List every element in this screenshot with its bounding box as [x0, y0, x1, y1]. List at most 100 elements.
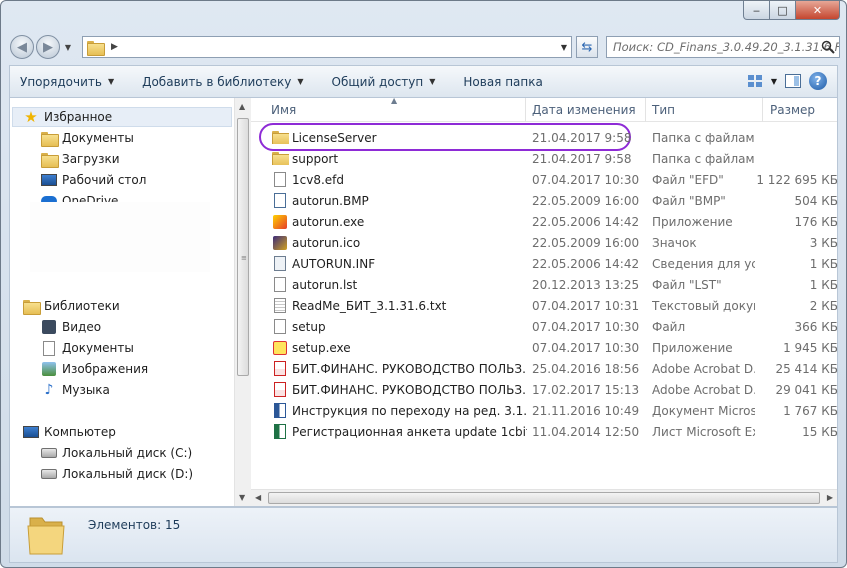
- refresh-button[interactable]: ⇆: [576, 36, 598, 58]
- file-size: 15 КБ: [802, 424, 838, 439]
- nav-item-disk-c[interactable]: Локальный диск (C:): [40, 443, 192, 463]
- maximize-button[interactable]: □: [770, 1, 796, 20]
- file-type: Файл "EFD": [652, 172, 724, 187]
- computer-icon: [23, 426, 39, 438]
- view-options-icon[interactable]: [747, 74, 763, 88]
- column-date[interactable]: Дата изменения: [532, 103, 636, 117]
- scroll-left-icon[interactable]: ◀: [255, 493, 261, 502]
- file-name: autorun.lst: [292, 277, 358, 292]
- libraries-icon: [23, 299, 41, 315]
- file-row[interactable]: БИТ.ФИНАНС. РУКОВОДСТВО ПОЛЬЗ... 17.02.20…: [251, 379, 838, 400]
- recent-pages-dropdown[interactable]: ▼: [62, 43, 74, 52]
- excel-file-icon: [271, 424, 289, 439]
- share-menu[interactable]: Общий доступ ▼: [332, 75, 436, 89]
- scrollbar-thumb[interactable]: [268, 492, 820, 504]
- nav-item-images[interactable]: Изображения: [40, 359, 148, 379]
- file-size: 504 КБ: [794, 193, 838, 208]
- file-type: Папка с файлами: [652, 130, 755, 145]
- preview-pane-icon[interactable]: [785, 74, 801, 88]
- file-row[interactable]: 1cv8.efd 07.04.2017 10:30 Файл "EFD" 1 122 …: [251, 169, 838, 190]
- file-icon: [271, 277, 289, 292]
- file-size: 25 414 КБ: [775, 361, 838, 376]
- address-dropdown-icon[interactable]: ▼: [561, 43, 567, 52]
- organize-menu[interactable]: Упорядочить ▼: [20, 75, 114, 89]
- nav-label: Библиотеки: [44, 299, 120, 313]
- file-icon: [271, 319, 289, 334]
- column-divider[interactable]: [525, 98, 526, 122]
- file-date: 25.04.2016 18:56: [532, 361, 640, 376]
- pdf-file-icon: [271, 361, 289, 376]
- file-row[interactable]: Инструкция по переходу на ред. 3.1.docx 2…: [251, 400, 838, 421]
- nav-item-desktop[interactable]: Рабочий стол: [40, 170, 146, 190]
- file-name: БИТ.ФИНАНС. РУКОВОДСТВО ПОЛЬЗ...: [292, 382, 527, 397]
- file-row[interactable]: Регистрационная анкета update 1cbit r...…: [251, 421, 838, 442]
- navigation-scrollbar[interactable]: ▲ ≡ ▼: [234, 98, 251, 506]
- scrollbar-thumb[interactable]: ≡: [237, 118, 249, 376]
- search-input[interactable]: Поиск: CD_Finans_3.0.49.20_3.1.31.6.F...: [606, 36, 840, 58]
- scroll-up-icon[interactable]: ▲: [239, 102, 245, 111]
- file-date: 20.12.2013 13:25: [532, 277, 640, 292]
- nav-item-video[interactable]: Видео: [40, 317, 101, 337]
- file-name: autorun.exe: [292, 214, 365, 229]
- column-name[interactable]: Имя: [271, 103, 296, 117]
- refresh-icon: ⇆: [581, 39, 593, 55]
- nav-label: Документы: [62, 131, 134, 145]
- file-size: 1 КБ: [809, 256, 838, 271]
- scroll-down-icon[interactable]: ▼: [239, 493, 245, 502]
- nav-item-computer[interactable]: Компьютер: [22, 422, 116, 442]
- column-divider[interactable]: [645, 98, 646, 122]
- view-dropdown-icon[interactable]: ▼: [771, 77, 777, 86]
- nav-item-libraries[interactable]: Библиотеки: [22, 296, 120, 316]
- column-divider[interactable]: [762, 98, 763, 122]
- file-type: Приложение: [652, 214, 733, 229]
- chevron-down-icon: ▼: [107, 77, 115, 86]
- close-button[interactable]: ✕: [796, 1, 840, 20]
- column-headers: ▲ Имя Дата изменения Тип Размер: [251, 96, 837, 122]
- downloads-folder-icon: [41, 152, 59, 168]
- file-row[interactable]: autorun.BMP 22.05.2009 16:00 Файл "BMP" 504…: [251, 190, 838, 211]
- add-to-library-label: Добавить в библиотеку: [142, 74, 292, 89]
- address-bar[interactable]: ▶ ▼: [82, 36, 572, 58]
- file-name: autorun.ico: [292, 235, 361, 250]
- file-row[interactable]: setup.exe 07.04.2017 10:30 Приложение 1 945…: [251, 337, 838, 358]
- search-icon[interactable]: [821, 40, 835, 54]
- new-folder-label: Новая папка: [463, 74, 543, 89]
- nav-label: Локальный диск (C:): [62, 446, 193, 460]
- add-to-library-menu[interactable]: Добавить в библиотеку ▼: [142, 75, 303, 89]
- file-row[interactable]: autorun.ico 22.05.2009 16:00 Значок 3 КБ: [251, 232, 838, 253]
- breadcrumb-arrow-icon[interactable]: ▶: [111, 42, 118, 52]
- file-name: ReadMe_БИТ_3.1.31.6.txt: [292, 298, 447, 313]
- file-row[interactable]: autorun.lst 20.12.2013 13:25 Файл "LST" 1 К…: [251, 274, 838, 295]
- back-button[interactable]: ◀: [10, 35, 34, 59]
- minimize-button[interactable]: ‒: [743, 1, 770, 20]
- horizontal-scrollbar[interactable]: ◀ ▶: [251, 489, 837, 506]
- nav-label: Музыка: [62, 383, 110, 397]
- column-size[interactable]: Размер: [770, 103, 815, 117]
- file-row[interactable]: БИТ.ФИНАНС. РУКОВОДСТВО ПОЛЬЗ... 25.04.20…: [251, 358, 838, 379]
- file-name: support: [292, 151, 339, 166]
- forward-button[interactable]: ▶: [36, 35, 60, 59]
- help-icon[interactable]: ?: [809, 72, 827, 90]
- nav-label: Видео: [62, 320, 102, 334]
- star-icon: ★: [24, 108, 38, 126]
- nav-item-lib-documents[interactable]: Документы: [40, 338, 134, 358]
- file-row[interactable]: autorun.exe 22.05.2006 14:42 Приложение 176…: [251, 211, 838, 232]
- column-type[interactable]: Тип: [652, 103, 675, 117]
- file-row[interactable]: setup 07.04.2017 10:30 Файл 366 КБ: [251, 316, 838, 337]
- nav-item-documents[interactable]: Документы: [40, 128, 134, 148]
- file-row[interactable]: AUTORUN.INF 22.05.2006 14:42 Сведения для …: [251, 253, 838, 274]
- file-row[interactable]: ReadMe_БИТ_3.1.31.6.txt 07.04.2017 10:31 Т…: [251, 295, 838, 316]
- scroll-right-icon[interactable]: ▶: [827, 493, 833, 502]
- nav-label: Избранное: [44, 110, 113, 124]
- large-folder-icon: [27, 517, 65, 555]
- grip-icon: ≡: [241, 254, 247, 262]
- view-controls: ▼ ?: [739, 72, 827, 90]
- nav-label: Документы: [62, 341, 134, 355]
- nav-item-downloads[interactable]: Загрузки: [40, 149, 120, 169]
- file-row[interactable]: support 21.04.2017 9:58 Папка с файлами: [251, 148, 837, 169]
- file-row[interactable]: LicenseServer 21.04.2017 9:58 Папка с файл…: [251, 127, 837, 148]
- nav-item-favorites[interactable]: ★ Избранное: [12, 107, 232, 127]
- new-folder-button[interactable]: Новая папка: [463, 75, 542, 89]
- nav-item-disk-d[interactable]: Локальный диск (D:): [40, 464, 193, 484]
- nav-item-music[interactable]: ♪ Музыка: [40, 380, 110, 400]
